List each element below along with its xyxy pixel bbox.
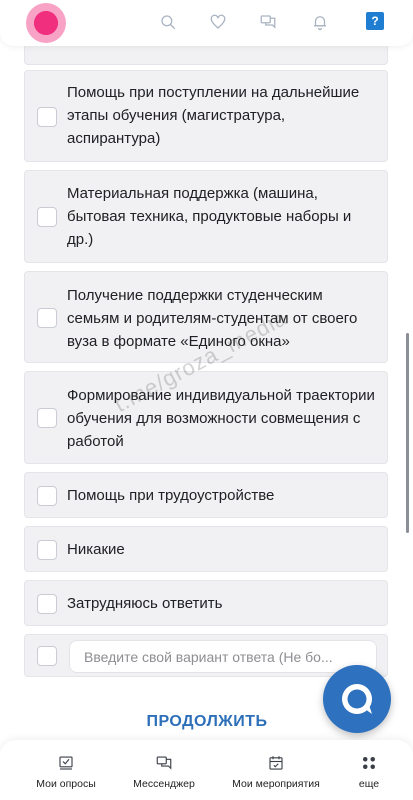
answer-option[interactable]: Материальная поддержка (машина, бытовая … [24, 170, 388, 263]
option-checkbox[interactable] [37, 107, 57, 127]
option-checkbox[interactable] [37, 594, 57, 614]
option-checkbox[interactable] [37, 408, 57, 428]
option-checkbox[interactable] [37, 646, 57, 666]
option-label: Помощь при поступлении на дальнейшие эта… [67, 84, 360, 147]
scrollbar[interactable] [406, 333, 409, 533]
nav-my-events[interactable]: Мои мероприятия [222, 754, 330, 790]
chat-fab-button[interactable] [323, 665, 391, 733]
answer-option[interactable]: Формирование индивидуальной траектории о… [24, 371, 388, 464]
option-checkbox[interactable] [37, 486, 57, 506]
nav-my-surveys[interactable]: Мои опросы [30, 754, 102, 790]
top-bar: ? [0, 0, 413, 46]
messenger-icon [156, 756, 172, 770]
option-label: Никакие [67, 541, 125, 558]
custom-answer-option[interactable] [24, 634, 388, 677]
option-label: Помощь при трудоустройстве [67, 487, 275, 504]
option-label: Материальная поддержка (машина, бытовая … [67, 185, 352, 248]
nav-label: Мессенджер [133, 778, 195, 790]
bottom-nav: Мои опросы Мессенджер Мои мероприятия ещ… [0, 740, 413, 800]
answer-option[interactable]: Помощь при поступлении на дальнейшие эта… [24, 70, 388, 162]
option-checkbox[interactable] [37, 308, 57, 328]
search-icon[interactable] [158, 12, 178, 32]
heart-icon[interactable] [208, 12, 228, 32]
option-label: Затрудняюсь ответить [67, 595, 223, 612]
more-icon [363, 757, 375, 769]
nav-messenger[interactable]: Мессенджер [124, 754, 204, 790]
bell-icon[interactable] [310, 12, 330, 32]
nav-more[interactable]: еще [352, 754, 386, 790]
calendar-icon [269, 756, 283, 770]
answer-option[interactable]: Никакие [24, 526, 388, 572]
touch-indicator [26, 3, 66, 43]
nav-label: еще [358, 778, 380, 790]
survey-icon [59, 756, 73, 770]
option-checkbox[interactable] [37, 540, 57, 560]
nav-label: Мои мероприятия [232, 778, 320, 790]
option-checkbox[interactable] [37, 207, 57, 227]
nav-label: Мои опросы [36, 778, 96, 790]
messages-icon[interactable] [258, 12, 278, 32]
help-icon[interactable]: ? [366, 12, 384, 30]
answer-option[interactable]: Помощь при трудоустройстве [24, 472, 388, 518]
custom-answer-input[interactable] [69, 640, 377, 673]
chat-bubble-icon [342, 684, 372, 714]
answer-option[interactable]: Затрудняюсь ответить [24, 580, 388, 626]
continue-button[interactable]: ПРОДОЛЖИТЬ [120, 707, 294, 737]
